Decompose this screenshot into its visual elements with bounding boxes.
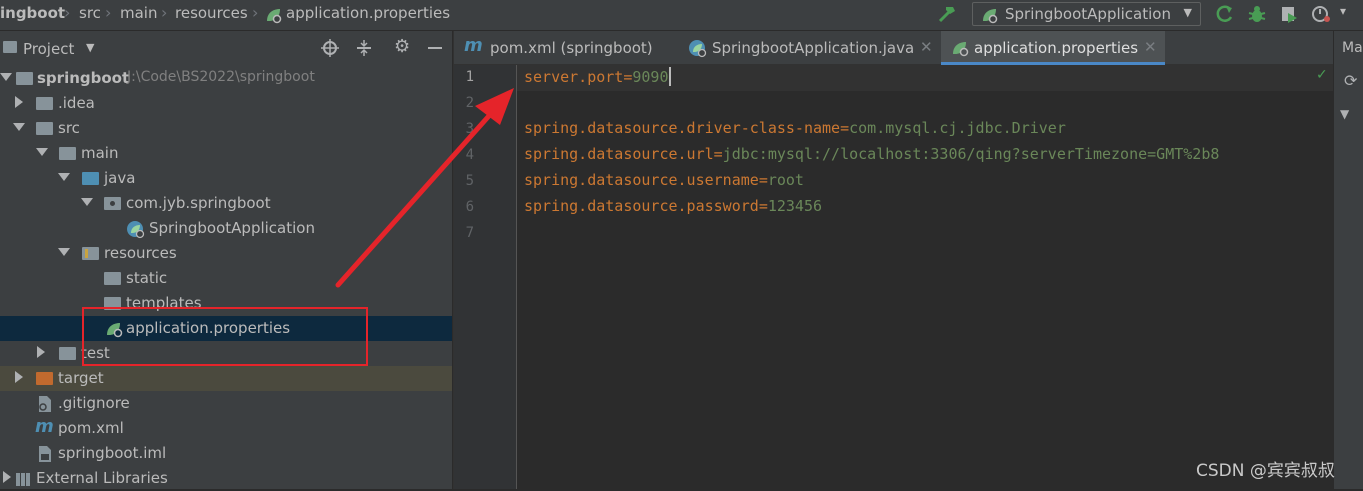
annotation-arrow [335, 88, 514, 288]
watermark: CSDN @宾宾叔叔 [1196, 461, 1335, 481]
